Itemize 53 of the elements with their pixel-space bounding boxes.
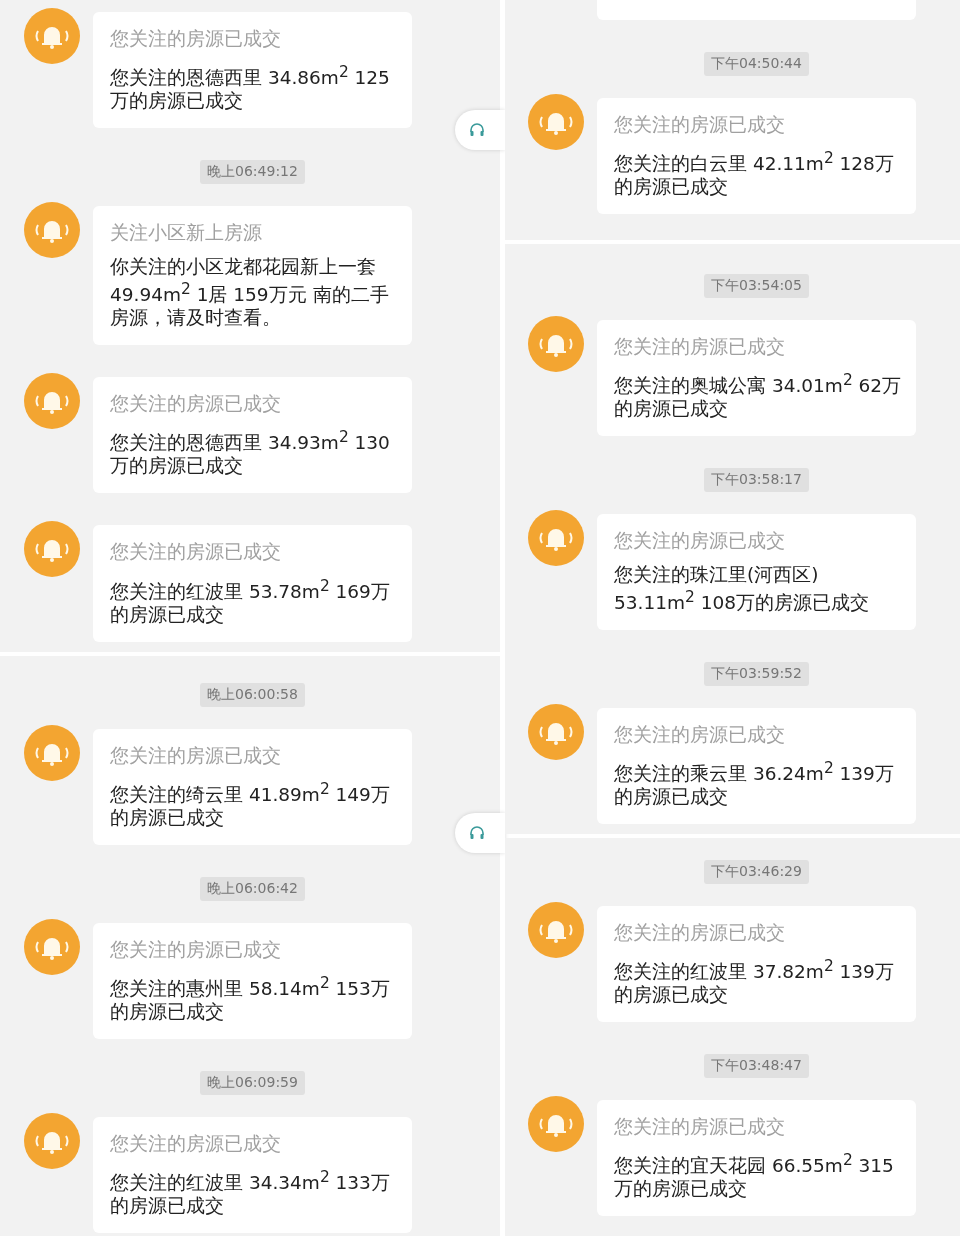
message-text: 您关注的绮云里 41.89m$^{2}$ 149万的房源已成交 (110, 779, 391, 830)
bell-icon (528, 94, 584, 150)
bell-icon (24, 1113, 80, 1170)
message-text: 您关注的白云里 42.11m$^{2}$ 128万的房源已成交 (614, 148, 895, 199)
message-text: 您关注的红波里 53.78m$^{2}$ 169万的房源已成交 (110, 575, 391, 626)
timestamp: 晚上06:00:58 (200, 683, 305, 707)
message-text: 您关注的恩德西里 34.93m$^{2}$ 130万的房源已成交 (110, 427, 391, 478)
headset-icon (469, 825, 485, 841)
timestamp: 下午03:46:29 (704, 860, 809, 884)
message-title: 您关注的房源已成交 (110, 937, 282, 963)
message-text: 您关注的珠江里(河西区) 53.11m$^{2}$ 108万的房源已成交 (614, 563, 870, 615)
message-title: 您关注的房源已成交 (614, 722, 786, 748)
timestamp: 下午03:58:17 (704, 468, 809, 493)
message-text: 您关注的惠州里 58.14m$^{2}$ 153万的房源已成交 (110, 973, 391, 1024)
bell-icon (528, 316, 584, 372)
bell-icon (24, 919, 80, 976)
bell-icon (528, 704, 584, 761)
message-title: 您关注的房源已成交 (614, 528, 786, 554)
message-text: 您关注的红波里 34.34m$^{2}$ 133万的房源已成交 (110, 1167, 391, 1218)
message-text: 您关注的乘云里 36.24m$^{2}$ 139万的房源已成交 (614, 758, 895, 809)
message-title: 您关注的房源已成交 (614, 334, 786, 359)
timestamp: 下午03:48:47 (704, 1054, 809, 1079)
bell-icon (24, 202, 80, 259)
message-title: 您关注的房源已成交 (110, 743, 282, 768)
message-text: 您关注的红波里 37.82m$^{2}$ 139万的房源已成交 (614, 956, 895, 1007)
message-text: 您关注的宜天花园 66.55m$^{2}$ 315万的房源已成交 (614, 1150, 895, 1201)
timestamp: 晚上06:49:12 (200, 160, 305, 185)
timestamp: 下午04:50:44 (704, 52, 809, 76)
message-title: 您关注的房源已成交 (110, 26, 282, 51)
message-title: 您关注的房源已成交 (614, 920, 786, 945)
bell-icon (24, 8, 80, 64)
timestamp: 下午03:59:52 (704, 662, 809, 687)
bell-icon (528, 902, 584, 958)
message-title: 您关注的房源已成交 (614, 112, 786, 137)
bell-icon (24, 725, 80, 781)
message-title: 关注小区新上房源 (110, 220, 263, 246)
bell-icon (24, 373, 80, 430)
customer-service-button[interactable] (455, 813, 505, 853)
timestamp: 下午03:54:05 (704, 274, 809, 298)
customer-service-button[interactable] (455, 110, 505, 150)
message-text: 您关注的奥城公寓 34.01m$^{2}$ 62万的房源已成交 (614, 370, 902, 421)
message-title: 您关注的房源已成交 (614, 1114, 786, 1140)
bell-icon (528, 1096, 584, 1153)
message-title: 您关注的房源已成交 (110, 391, 282, 417)
message-title: 您关注的房源已成交 (110, 1131, 282, 1157)
message-text: 您关注的恩德西里 34.86m$^{2}$ 125万的房源已成交 (110, 62, 391, 113)
bell-icon (528, 510, 584, 567)
timestamp: 晚上06:09:59 (200, 1071, 305, 1096)
timestamp: 晚上06:06:42 (200, 877, 305, 902)
bell-icon (24, 521, 80, 578)
message-text: 你关注的小区龙都花园新上一套49.94m$^{2}$ 1居 159万元 南的二手房源，请及时查看。 (110, 255, 390, 330)
message-title: 您关注的房源已成交 (110, 539, 282, 565)
headset-icon (469, 122, 485, 138)
